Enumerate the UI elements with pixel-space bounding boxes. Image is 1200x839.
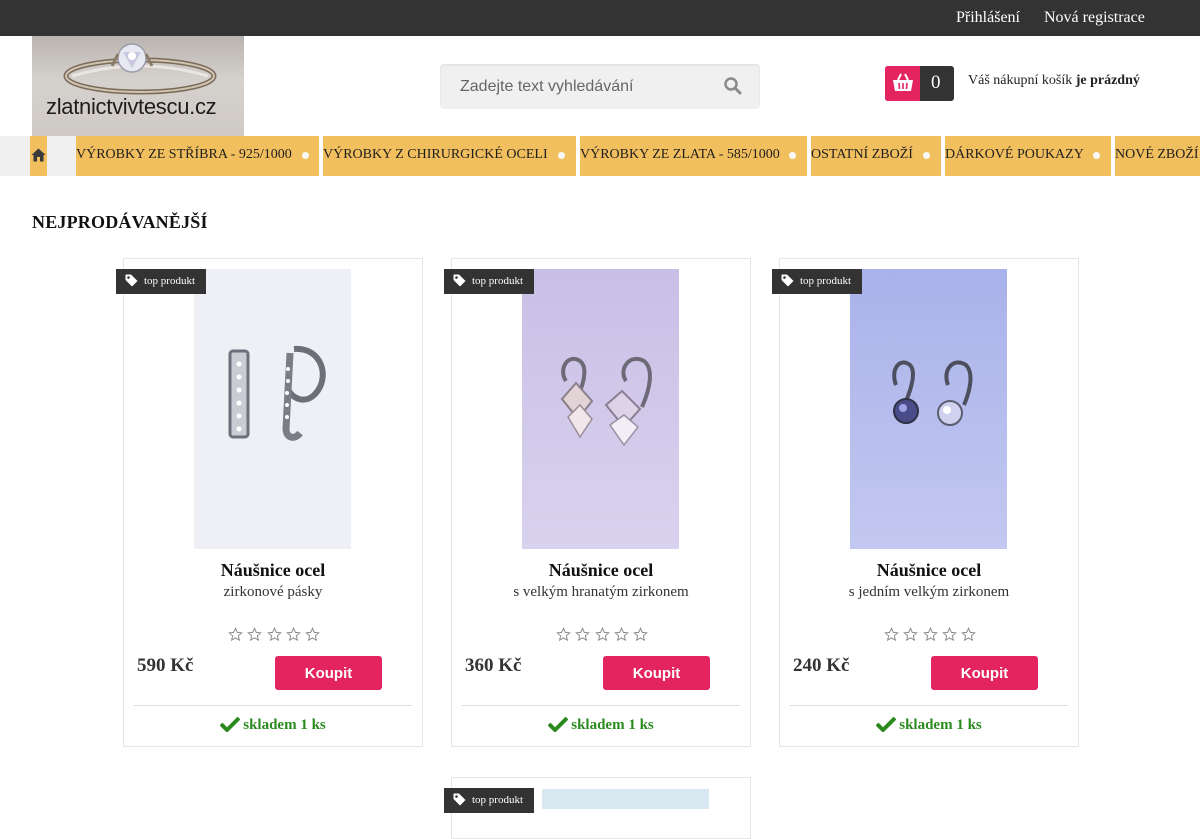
star-icon[interactable] <box>922 627 938 642</box>
badge-label: top produkt <box>472 275 524 287</box>
nav-item-new-goods[interactable]: NOVÉ ZBOŽÍ <box>1115 136 1200 176</box>
nav-item-dot <box>302 152 309 159</box>
top-product-badge: top produkt <box>116 269 207 294</box>
nav-item-silver[interactable]: VÝROBKY ZE STŘÍBRA - 925/1000 <box>76 136 319 176</box>
nav-item-other-goods[interactable]: OSTATNÍ ZBOŽÍ <box>811 136 941 176</box>
stock-status: skladem 1 ks <box>124 716 422 734</box>
card-divider <box>462 705 740 706</box>
buy-button[interactable]: Koupit <box>931 656 1038 690</box>
rating-stars <box>556 627 648 647</box>
product-card: top produkt <box>444 777 751 839</box>
nav-item-label: DÁRKOVÉ POUKAZY <box>945 147 1084 162</box>
badge-label: top produkt <box>800 275 852 287</box>
star-icon[interactable] <box>884 627 899 642</box>
rating-stars <box>884 627 976 647</box>
nav-item-dot <box>789 152 796 159</box>
product-card: top produkt Náušnice ocel s jedním velký… <box>772 258 1079 747</box>
star-icon[interactable] <box>285 627 301 642</box>
product-price: 360 Kč <box>465 655 522 676</box>
login-link[interactable]: Přihlášení <box>956 9 1020 27</box>
product-price: 590 Kč <box>137 655 194 676</box>
product-price: 240 Kč <box>793 655 850 676</box>
product-image[interactable] <box>542 789 709 809</box>
star-icon[interactable] <box>305 627 320 642</box>
nav-item-label: VÝROBKY Z CHIRURGICKÉ OCELI <box>323 147 548 162</box>
nav-item-gold[interactable]: VÝROBKY ZE ZLATA - 585/1000 <box>580 136 807 176</box>
product-image[interactable] <box>522 269 679 549</box>
star-icon[interactable] <box>247 627 263 642</box>
tag-icon <box>781 274 794 287</box>
stock-label: skladem 1 ks <box>243 717 326 733</box>
nav-item-label: VÝROBKY ZE ZLATA - 585/1000 <box>580 147 780 162</box>
basket-icon <box>885 66 920 101</box>
main-navigation: VÝROBKY ZE STŘÍBRA - 925/1000 VÝROBKY Z … <box>0 136 1200 176</box>
nav-item-label: NOVÉ ZBOŽÍ <box>1115 147 1199 162</box>
product-card: top produkt Náušnice ocel zirkonové pásk… <box>116 258 423 747</box>
cart-status-prefix: Váš nákupní košík <box>968 73 1073 88</box>
checkmark-icon <box>547 716 569 732</box>
star-icon[interactable] <box>613 627 629 642</box>
checkmark-icon <box>875 716 897 732</box>
stock-label: skladem 1 ks <box>899 717 982 733</box>
star-icon[interactable] <box>633 627 648 642</box>
nav-item-dot <box>1093 152 1100 159</box>
product-image[interactable] <box>194 269 351 549</box>
product-name[interactable]: Náušnice ocel <box>780 560 1078 581</box>
top-product-badge: top produkt <box>444 788 535 813</box>
top-product-badge: top produkt <box>772 269 863 294</box>
tag-icon <box>453 793 466 806</box>
nav-item-surgical-steel[interactable]: VÝROBKY Z CHIRURGICKÉ OCELI <box>323 136 576 176</box>
product-description: zirkonové pásky <box>223 584 323 600</box>
stock-status: skladem 1 ks <box>780 716 1078 734</box>
card-divider <box>134 705 412 706</box>
star-icon[interactable] <box>228 627 243 642</box>
search-box <box>440 64 760 109</box>
star-icon[interactable] <box>266 627 282 642</box>
nav-item-label: VÝROBKY ZE STŘÍBRA - 925/1000 <box>76 147 292 162</box>
star-icon[interactable] <box>575 627 591 642</box>
top-product-badge: top produkt <box>444 269 535 294</box>
section-title: NEJPRODÁVANĚJŠÍ <box>32 212 208 232</box>
product-description: s jedním velkým zirkonem <box>848 584 1010 600</box>
star-icon[interactable] <box>941 627 957 642</box>
card-divider <box>790 705 1068 706</box>
register-link[interactable]: Nová registrace <box>1044 9 1145 27</box>
product-card: top produkt Náušnice ocel s velkým hrana… <box>444 258 751 747</box>
top-bar: Přihlášení Nová registrace <box>0 0 1200 36</box>
nav-item-gift-vouchers[interactable]: DÁRKOVÉ POUKAZY <box>945 136 1111 176</box>
star-icon[interactable] <box>903 627 919 642</box>
nav-item-dot <box>923 152 930 159</box>
ring-logo-image <box>63 43 217 95</box>
search-icon[interactable] <box>723 76 747 98</box>
site-logo[interactable]: zlatnictvivtescu.cz <box>32 36 244 136</box>
buy-button[interactable]: Koupit <box>275 656 382 690</box>
cart-button[interactable]: 0 <box>885 66 954 101</box>
nav-home[interactable] <box>30 136 47 176</box>
search-input[interactable] <box>452 64 707 109</box>
badge-label: top produkt <box>144 275 196 287</box>
star-icon[interactable] <box>961 627 976 642</box>
tag-icon <box>125 274 138 287</box>
cart-count: 0 <box>931 72 941 93</box>
rating-stars <box>228 627 320 647</box>
badge-label: top produkt <box>472 794 524 806</box>
product-image[interactable] <box>850 269 1007 549</box>
buy-button[interactable]: Koupit <box>603 656 710 690</box>
product-name[interactable]: Náušnice ocel <box>452 560 750 581</box>
cart-status: Váš nákupní košík je prázdný <box>968 73 1140 89</box>
nav-item-dot <box>558 152 565 159</box>
cart-status-state: je prázdný <box>1075 73 1140 88</box>
tag-icon <box>453 274 466 287</box>
logo-text: zlatnictvivtescu.cz <box>46 94 217 119</box>
home-icon <box>31 148 46 162</box>
product-description: s velkým hranatým zirkonem <box>513 584 689 600</box>
stock-status: skladem 1 ks <box>452 716 750 734</box>
star-icon[interactable] <box>594 627 610 642</box>
product-name[interactable]: Náušnice ocel <box>124 560 422 581</box>
stock-label: skladem 1 ks <box>571 717 654 733</box>
nav-item-label: OSTATNÍ ZBOŽÍ <box>811 147 913 162</box>
star-icon[interactable] <box>556 627 571 642</box>
checkmark-icon <box>219 716 241 732</box>
